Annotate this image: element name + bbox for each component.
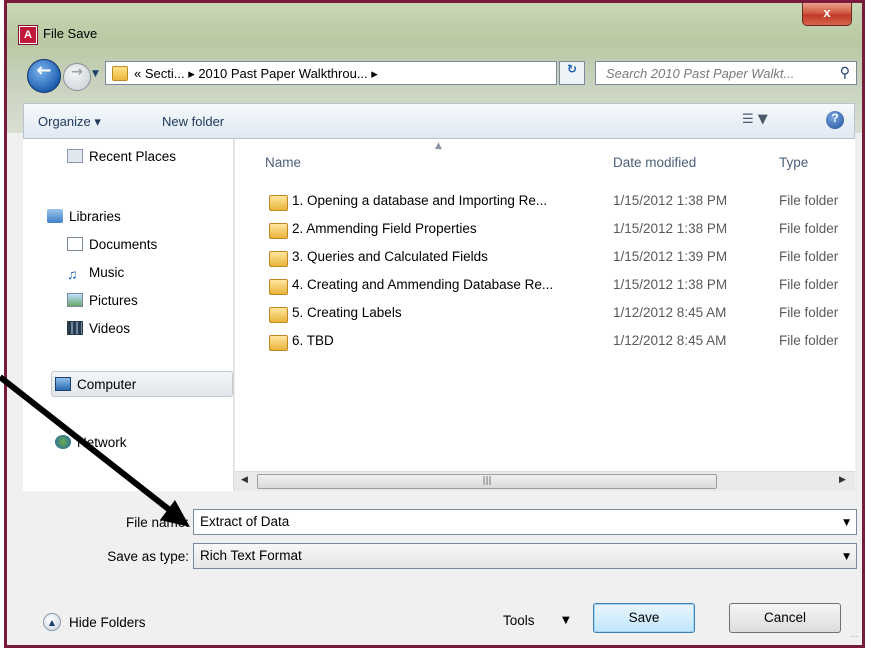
annotation-arrow-shaft bbox=[0, 374, 178, 518]
annotation-arrow bbox=[0, 374, 190, 527]
